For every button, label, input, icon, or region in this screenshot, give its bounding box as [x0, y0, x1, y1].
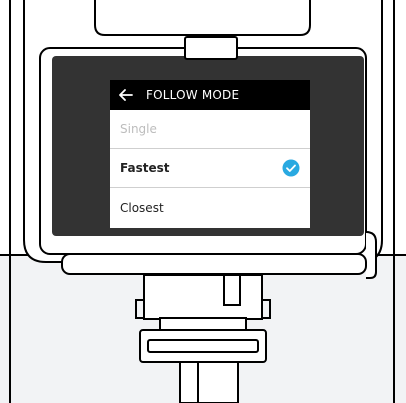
base-outline: [61, 253, 367, 275]
option-label: Fastest: [120, 161, 170, 175]
stem-neck: [143, 274, 263, 320]
option-closest[interactable]: Closest: [110, 188, 310, 227]
connector-tab: [184, 36, 238, 60]
option-fastest[interactable]: Fastest: [110, 149, 310, 188]
stem-pipe: [179, 361, 239, 403]
check-circle-icon: [282, 159, 300, 177]
stem-core: [223, 274, 241, 306]
option-single[interactable]: Single: [110, 110, 310, 149]
device-screen: FOLLOW MODE Single Fastest Closest: [110, 80, 310, 228]
side-clip: [365, 231, 377, 279]
left-arrow-icon[interactable]: [118, 87, 134, 103]
screen-header: FOLLOW MODE: [110, 80, 310, 110]
screen-title: FOLLOW MODE: [146, 88, 240, 102]
stem-nut-ridge: [147, 339, 259, 353]
option-label: Closest: [120, 200, 164, 215]
option-label: Single: [120, 122, 157, 136]
stem-collar: [159, 317, 247, 331]
